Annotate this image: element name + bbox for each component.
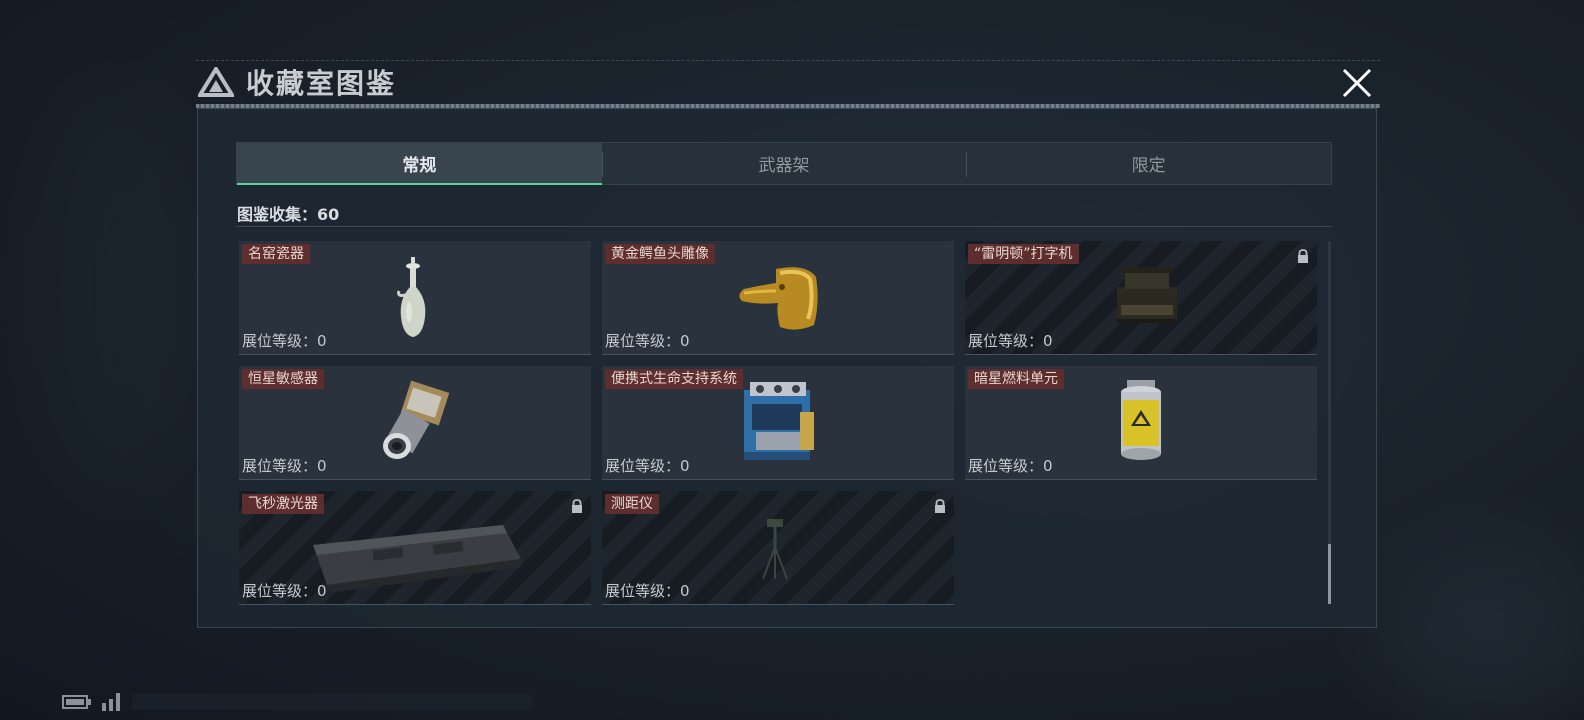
item-name: 暗星燃料单元: [968, 369, 1064, 389]
item-card-locked[interactable]: 飞秒激光器 展位等级：0: [239, 491, 591, 605]
tab-regular[interactable]: 常规: [237, 143, 602, 185]
item-level: 展位等级：0: [605, 580, 690, 601]
level-value: 0: [317, 582, 327, 600]
item-card[interactable]: 暗星燃料单元 展位等级：0: [965, 366, 1317, 480]
lock-icon: [1298, 249, 1308, 263]
collection-count: 图鉴收集：60: [237, 201, 339, 225]
background-glow: [1380, 540, 1584, 720]
item-name: 名窑瓷器: [242, 244, 310, 264]
window-header: 收藏室图鉴: [198, 62, 396, 102]
item-card-locked[interactable]: 测距仪 展位等级：0: [602, 491, 954, 605]
background-glow: [40, 80, 200, 500]
item-name: 恒星敏感器: [242, 369, 324, 389]
item-level: 展位等级：0: [242, 580, 327, 601]
level-label: 展位等级：: [605, 457, 681, 475]
item-level: 展位等级：0: [968, 330, 1053, 351]
item-name: 便携式生命支持系统: [605, 369, 743, 389]
status-info-blur: [132, 694, 532, 710]
level-value: 0: [680, 457, 690, 475]
level-label: 展位等级：: [605, 332, 681, 350]
status-bar: [62, 693, 532, 711]
level-label: 展位等级：: [968, 332, 1044, 350]
item-name: 飞秒激光器: [242, 494, 324, 514]
tab-weapon-rack[interactable]: 武器架: [601, 143, 967, 184]
tab-label: 常规: [402, 156, 437, 176]
close-icon: [1342, 68, 1372, 98]
battery-icon: [62, 695, 91, 709]
item-level: 展位等级：0: [605, 330, 690, 351]
laser-case-icon: [313, 525, 521, 593]
lock-icon: [572, 499, 582, 513]
level-label: 展位等级：: [968, 457, 1044, 475]
star-sensor-icon: [383, 380, 450, 459]
tab-label: 限定: [1131, 156, 1166, 176]
level-value: 0: [1043, 332, 1053, 350]
lock-icon: [935, 499, 945, 513]
item-name: “雷明顿”打字机: [968, 244, 1079, 264]
item-card[interactable]: 便携式生命支持系统 展位等级：0: [602, 366, 954, 480]
item-level: 展位等级：0: [242, 330, 327, 351]
signal-icon: [102, 693, 120, 711]
item-name: 黄金鳄鱼头雕像: [605, 244, 715, 264]
collection-label: 图鉴收集：: [237, 205, 318, 224]
level-value: 0: [1043, 457, 1053, 475]
scrollbar-thumb[interactable]: [1328, 544, 1331, 604]
level-value: 0: [680, 332, 690, 350]
level-label: 展位等级：: [242, 457, 318, 475]
collection-value: 60: [317, 205, 340, 224]
rangefinder-tripod-icon: [762, 519, 788, 580]
tab-limited[interactable]: 限定: [966, 143, 1331, 184]
life-support-system-icon: [744, 382, 814, 460]
item-level: 展位等级：0: [968, 455, 1053, 476]
item-card[interactable]: 名窑瓷器 展位等级：0: [239, 241, 591, 355]
tab-bar: 常规 武器架 限定: [236, 142, 1332, 185]
item-card-locked[interactable]: “雷明顿”打字机 展位等级：0: [965, 241, 1317, 355]
level-value: 0: [317, 332, 327, 350]
level-value: 0: [680, 582, 690, 600]
fuel-canister-icon: [1121, 380, 1161, 460]
close-button[interactable]: [1338, 64, 1376, 102]
divider: [236, 226, 1332, 227]
vase-icon: [397, 257, 426, 337]
item-card[interactable]: 黄金鳄鱼头雕像 展位等级：0: [602, 241, 954, 355]
item-level: 展位等级：0: [605, 455, 690, 476]
level-label: 展位等级：: [605, 582, 681, 600]
level-label: 展位等级：: [242, 332, 318, 350]
tab-label: 武器架: [758, 156, 810, 176]
item-level: 展位等级：0: [242, 455, 327, 476]
window-title: 收藏室图鉴: [246, 67, 397, 100]
level-label: 展位等级：: [242, 582, 318, 600]
level-value: 0: [317, 457, 327, 475]
item-card[interactable]: 恒星敏感器 展位等级：0: [239, 366, 591, 480]
typewriter-icon: [1117, 267, 1177, 323]
golden-crocodile-head-icon: [739, 267, 818, 330]
triangle-logo-icon: [198, 67, 234, 97]
item-name: 测距仪: [605, 494, 659, 514]
